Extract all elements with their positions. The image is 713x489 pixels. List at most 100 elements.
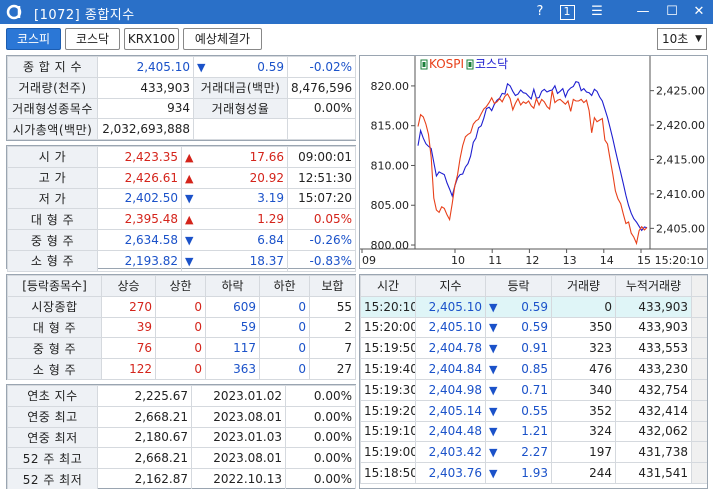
tick-index: 2,404.84	[415, 358, 486, 380]
breadth-cell: 55	[309, 295, 356, 318]
menu-icon[interactable]: ☰	[586, 2, 608, 22]
yearly-date: 2023.08.01	[191, 447, 286, 470]
breadth-cell: 76	[101, 337, 156, 360]
scrollbar-track[interactable]	[691, 275, 707, 297]
scrollbar-track[interactable]	[691, 337, 707, 360]
breadth-panel: [등락종목수] 상승 상한 하락 하한 보합 시장종합 270 0 609 0 55 대 형 주 39 0 5…	[6, 274, 356, 380]
price-extra: 0.05%	[287, 208, 356, 231]
interval-select[interactable]: 10초 ▼	[657, 28, 707, 50]
yearly-date: 2023.08.01	[191, 405, 286, 428]
summary-label: 거래형성종목수	[7, 97, 98, 120]
tick-row[interactable]: 15:20:10 2,405.10 ▼ 0.59 0 433,903	[360, 295, 707, 318]
breadth-cell: 0	[155, 316, 206, 339]
down-arrow-icon: ▼	[489, 425, 498, 439]
scrollbar-track[interactable]	[691, 420, 707, 443]
series-line-kosdaq	[417, 90, 648, 246]
breadth-cell: 0	[155, 358, 206, 380]
maximize-icon[interactable]: ☐	[661, 2, 683, 22]
breadth-cell: 0	[259, 358, 310, 380]
summary-value: 934	[97, 97, 194, 120]
x-tick-label: 14	[600, 254, 614, 267]
tick-row[interactable]: 15:19:10 2,404.48 ▼ 1.21 324 432,062	[360, 420, 707, 443]
yearly-pct: 0.00%	[285, 405, 356, 428]
right-tick-label: 2,415.00	[656, 154, 705, 167]
tick-row[interactable]: 15:18:50 2,403.76 ▼ 1.93 244 431,541	[360, 462, 707, 484]
breadth-cell: 59	[205, 316, 260, 339]
link-number-icon[interactable]: 1	[556, 2, 578, 22]
left-tick-label: 820.00	[371, 80, 410, 93]
legend-label: KOSPI	[429, 57, 464, 71]
tick-cum-volume: 432,062	[615, 420, 692, 443]
change-value: 0.91	[521, 341, 548, 356]
down-arrow-icon: ▼	[489, 467, 498, 481]
yearly-panel: 연초 지수 2,225.67 2023.01.02 0.00% 연중 최고 2,668.2…	[6, 384, 356, 489]
scrollbar-track[interactable]	[691, 462, 707, 484]
tick-row[interactable]: 15:19:00 2,403.42 ▼ 2.27 197 431,738	[360, 441, 707, 464]
summary-panel: 종 합 지 수 2,405.10 ▼ 0.59 -0.02% 거래량(천주) 43…	[6, 55, 356, 141]
tick-time: 15:19:20	[360, 399, 416, 422]
app-logo-icon	[6, 4, 22, 20]
yearly-date: 2023.01.03	[191, 426, 286, 449]
ticks-header-cell: 시간	[360, 275, 416, 297]
tick-time: 15:19:00	[360, 441, 416, 464]
breadth-label: 소 형 주	[7, 358, 102, 380]
scrollbar-track[interactable]	[691, 399, 707, 422]
tick-row[interactable]: 15:19:30 2,404.98 ▼ 0.71 340 432,754	[360, 378, 707, 401]
tick-row[interactable]: 15:19:20 2,405.14 ▼ 0.55 352 432,414	[360, 399, 707, 422]
summary-label: 종 합 지 수	[7, 56, 98, 78]
breadth-cell: 7	[309, 337, 356, 360]
close-icon[interactable]: ✕	[688, 2, 710, 22]
help-icon[interactable]: ?	[529, 2, 551, 22]
tick-cum-volume: 433,230	[615, 358, 692, 380]
tab-kosdaq[interactable]: 코스닥	[65, 28, 120, 50]
scrollbar-track[interactable]	[691, 378, 707, 401]
tick-time: 15:19:10	[360, 420, 416, 443]
tick-row[interactable]: 15:19:40 2,404.84 ▼ 0.85 476 433,230	[360, 358, 707, 380]
ticks-panel: 시간 지수 등락 거래량 누적거래량 15:20:10 2,405.10 ▼ 0.59 0 433,…	[359, 274, 708, 489]
breadth-cell: 39	[101, 316, 156, 339]
tick-volume: 340	[551, 378, 616, 401]
breadth-cell: 363	[205, 358, 260, 380]
yearly-pct: 0.00%	[285, 385, 356, 407]
scrollbar-track[interactable]	[691, 441, 707, 464]
interval-value: 10초	[662, 32, 689, 46]
legend-marker-fill	[422, 62, 426, 67]
tab-kospi[interactable]: 코스피	[6, 28, 61, 50]
yearly-label: 연중 최고	[7, 405, 98, 428]
summary-value: 2,032,693,888	[97, 118, 194, 141]
scrollbar-track[interactable]	[691, 295, 707, 318]
breadth-header-cell: [등락종목수]	[7, 275, 102, 297]
price-extra: -0.26%	[287, 229, 356, 251]
down-arrow-icon: ▼	[489, 363, 498, 377]
breadth-header-cell: 상한	[155, 275, 206, 297]
down-arrow-icon: ▼	[489, 300, 498, 314]
summary-label: 거래량(천주)	[7, 76, 98, 99]
left-tick-label: 810.00	[371, 159, 410, 172]
breadth-cell: 0	[155, 295, 206, 318]
down-arrow-icon: ▼	[489, 383, 498, 397]
tick-row[interactable]: 15:20:00 2,405.10 ▼ 0.59 350 433,903	[360, 316, 707, 339]
change-value: 1.93	[521, 466, 548, 481]
breadth-label: 대 형 주	[7, 316, 102, 339]
minimize-icon[interactable]: —	[632, 2, 654, 22]
scrollbar-track[interactable]	[691, 358, 707, 380]
tick-index: 2,405.10	[415, 295, 486, 318]
price-label: 소 형 주	[7, 249, 98, 272]
right-tick-label: 2,420.00	[656, 119, 705, 132]
ticks-header-cell: 등락	[485, 275, 552, 297]
tab-krx100[interactable]: KRX100	[124, 28, 179, 50]
tick-index: 2,404.48	[415, 420, 486, 443]
x-tick-label: 11	[488, 254, 502, 267]
breadth-cell: 609	[205, 295, 260, 318]
breadth-header-cell: 보합	[309, 275, 356, 297]
left-tick-label: 800.00	[371, 239, 410, 252]
breadth-cell: 27	[309, 358, 356, 380]
yearly-value: 2,225.67	[97, 385, 192, 407]
tab-expected-price[interactable]: 예상체결가	[183, 28, 262, 50]
scrollbar-track[interactable]	[691, 316, 707, 339]
left-tick-label: 815.00	[371, 120, 410, 133]
summary-value: 433,903	[97, 76, 194, 99]
tick-row[interactable]: 15:19:50 2,404.78 ▼ 0.91 323 433,553	[360, 337, 707, 360]
price-extra: 12:51:30	[287, 166, 356, 189]
up-arrow-icon: ▲	[185, 171, 194, 185]
